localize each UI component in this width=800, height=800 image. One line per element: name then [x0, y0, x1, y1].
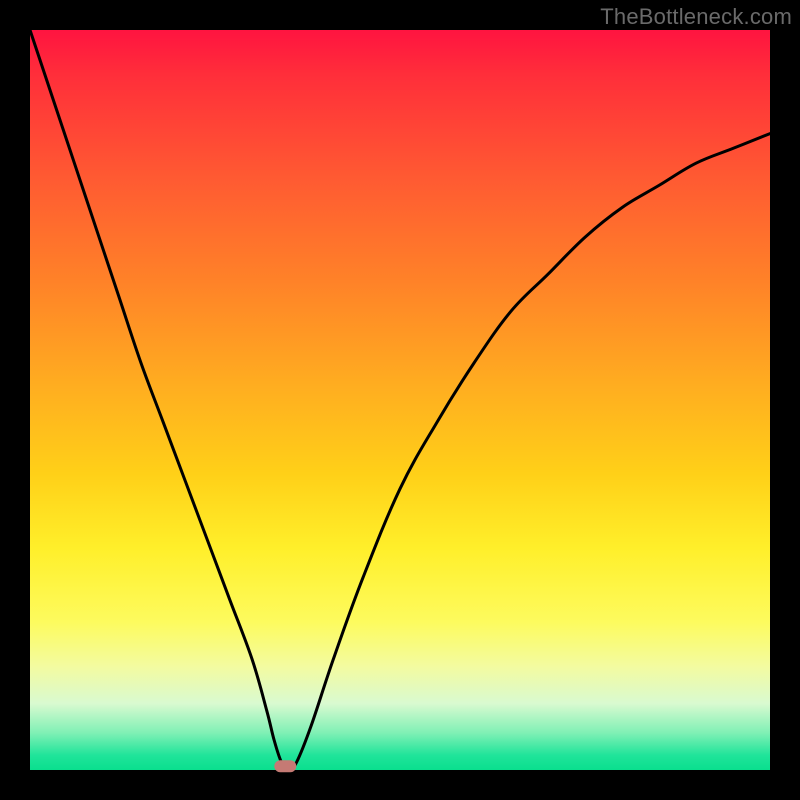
chart-frame: TheBottleneck.com [0, 0, 800, 800]
watermark-text: TheBottleneck.com [600, 4, 792, 30]
plot-area [30, 30, 770, 770]
curve-svg [30, 30, 770, 770]
bottleneck-curve [30, 30, 770, 770]
optimal-point-marker [274, 760, 296, 772]
